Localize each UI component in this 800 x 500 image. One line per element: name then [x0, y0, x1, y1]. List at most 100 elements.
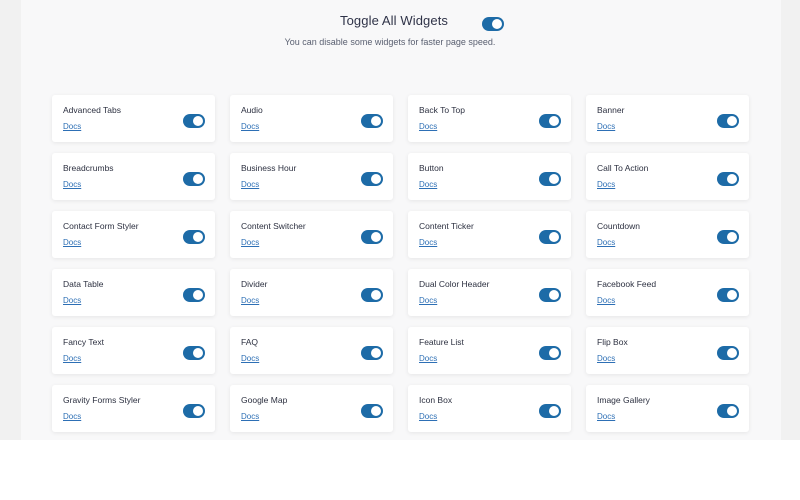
docs-link[interactable]: Docs [63, 122, 81, 131]
widget-toggle-switch[interactable] [361, 172, 383, 186]
widget-title: Button [419, 163, 444, 173]
widget-title: Flip Box [597, 337, 628, 347]
widget-title: Content Ticker [419, 221, 474, 231]
docs-link[interactable]: Docs [597, 122, 615, 131]
widget-card: Breadcrumbs Docs [52, 153, 215, 200]
switch-knob [492, 19, 502, 29]
toggle-all-title: Toggle All Widgets [340, 13, 449, 28]
widget-toggle-switch[interactable] [717, 288, 739, 302]
widget-card: Content Switcher Docs [230, 211, 393, 258]
widget-card: Button Docs [408, 153, 571, 200]
docs-link[interactable]: Docs [241, 180, 259, 189]
widget-toggle-switch[interactable] [717, 404, 739, 418]
switch-knob [371, 116, 381, 126]
switch-knob [727, 116, 737, 126]
widget-card: Dual Color Header Docs [408, 269, 571, 316]
widget-toggle-switch[interactable] [717, 346, 739, 360]
widget-toggle-switch[interactable] [717, 114, 739, 128]
widget-toggle-switch[interactable] [183, 114, 205, 128]
docs-link[interactable]: Docs [63, 238, 81, 247]
widget-toggle-switch[interactable] [539, 346, 561, 360]
widget-card: Business Hour Docs [230, 153, 393, 200]
widget-toggle-switch[interactable] [361, 288, 383, 302]
switch-knob [193, 290, 203, 300]
docs-link[interactable]: Docs [63, 180, 81, 189]
widget-title: Countdown [597, 221, 641, 231]
widget-card: Feature List Docs [408, 327, 571, 374]
widget-title: Banner [597, 105, 625, 115]
widget-title: Fancy Text [63, 337, 104, 347]
widget-card: Countdown Docs [586, 211, 749, 258]
widget-toggle-switch[interactable] [539, 114, 561, 128]
docs-link[interactable]: Docs [419, 180, 437, 189]
widget-title: Advanced Tabs [63, 105, 121, 115]
switch-knob [193, 174, 203, 184]
docs-link[interactable]: Docs [597, 238, 615, 247]
docs-link[interactable]: Docs [241, 122, 259, 131]
switch-knob [549, 406, 559, 416]
switch-knob [371, 232, 381, 242]
docs-link[interactable]: Docs [597, 180, 615, 189]
docs-link[interactable]: Docs [419, 296, 437, 305]
widget-toggle-switch[interactable] [361, 404, 383, 418]
switch-knob [193, 348, 203, 358]
widget-toggle-switch[interactable] [539, 172, 561, 186]
widget-title: Content Switcher [241, 221, 306, 231]
widget-title: Google Map [241, 395, 288, 405]
widget-title: Facebook Feed [597, 279, 657, 289]
widget-toggle-switch[interactable] [361, 346, 383, 360]
widget-card: Gravity Forms Styler Docs [52, 385, 215, 432]
switch-knob [193, 232, 203, 242]
widget-toggle-switch[interactable] [183, 346, 205, 360]
widget-toggle-switch[interactable] [539, 288, 561, 302]
switch-knob [371, 174, 381, 184]
widget-card: Advanced Tabs Docs [52, 95, 215, 142]
widget-card: Divider Docs [230, 269, 393, 316]
switch-knob [727, 290, 737, 300]
switch-knob [549, 290, 559, 300]
widget-toggle-switch[interactable] [539, 404, 561, 418]
toggle-all-switch[interactable] [482, 17, 504, 31]
docs-link[interactable]: Docs [63, 412, 81, 421]
widget-title: Business Hour [241, 163, 297, 173]
widget-title: Divider [241, 279, 268, 289]
widget-card: Fancy Text Docs [52, 327, 215, 374]
widget-toggle-switch[interactable] [361, 114, 383, 128]
widget-toggle-switch[interactable] [183, 172, 205, 186]
widget-toggle-switch[interactable] [183, 230, 205, 244]
docs-link[interactable]: Docs [597, 354, 615, 363]
docs-link[interactable]: Docs [241, 412, 259, 421]
switch-knob [371, 406, 381, 416]
docs-link[interactable]: Docs [63, 296, 81, 305]
docs-link[interactable]: Docs [241, 296, 259, 305]
switch-knob [193, 116, 203, 126]
docs-link[interactable]: Docs [419, 122, 437, 131]
widget-toggle-switch[interactable] [717, 230, 739, 244]
widget-card: Contact Form Styler Docs [52, 211, 215, 258]
widget-title: Contact Form Styler [63, 221, 139, 231]
widget-title: Audio [241, 105, 263, 115]
widget-title: Dual Color Header [419, 279, 490, 289]
widget-toggle-switch[interactable] [183, 404, 205, 418]
docs-link[interactable]: Docs [597, 296, 615, 305]
switch-knob [193, 406, 203, 416]
docs-link[interactable]: Docs [419, 354, 437, 363]
docs-link[interactable]: Docs [241, 238, 259, 247]
docs-link[interactable]: Docs [419, 238, 437, 247]
widget-title: Image Gallery [597, 395, 650, 405]
widget-card: Data Table Docs [52, 269, 215, 316]
docs-link[interactable]: Docs [63, 354, 81, 363]
widget-toggle-switch[interactable] [361, 230, 383, 244]
widget-toggle-switch[interactable] [717, 172, 739, 186]
docs-link[interactable]: Docs [597, 412, 615, 421]
docs-link[interactable]: Docs [419, 412, 437, 421]
widget-toggle-switch[interactable] [183, 288, 205, 302]
widget-title: Gravity Forms Styler [63, 395, 141, 405]
switch-knob [549, 232, 559, 242]
widget-toggle-switch[interactable] [539, 230, 561, 244]
widget-title: Icon Box [419, 395, 453, 405]
widget-card: Icon Box Docs [408, 385, 571, 432]
switch-knob [727, 232, 737, 242]
switch-knob [549, 348, 559, 358]
docs-link[interactable]: Docs [241, 354, 259, 363]
